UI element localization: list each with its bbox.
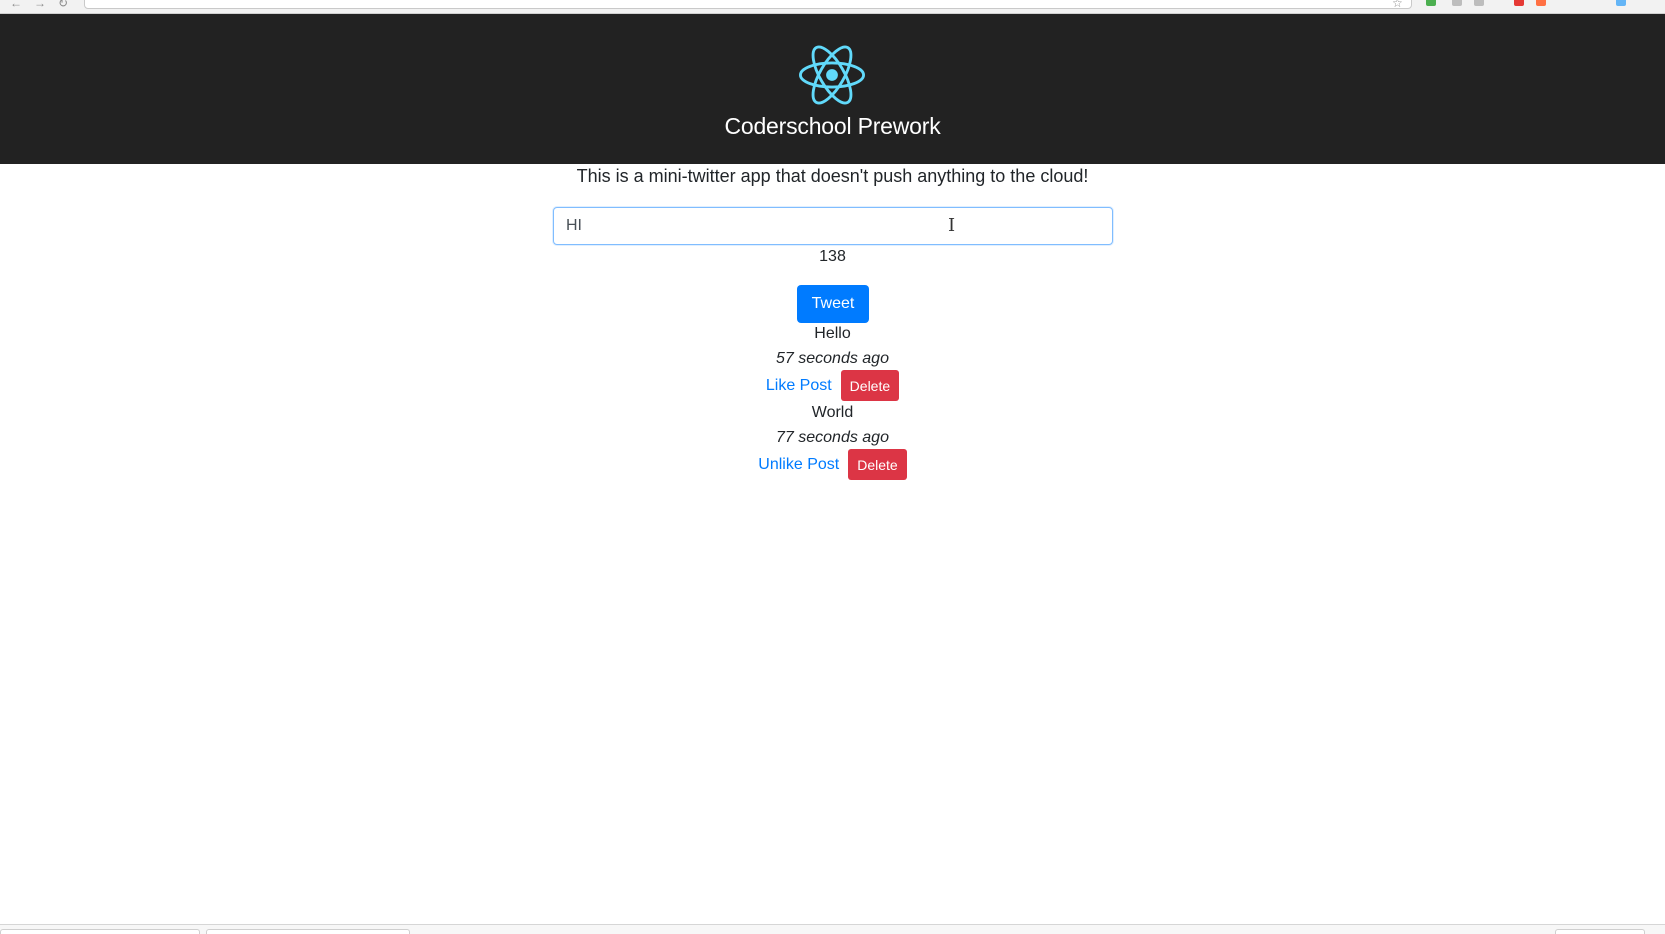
address-bar[interactable] (84, 0, 1412, 9)
bookmark-star-icon[interactable]: ☆ (1392, 0, 1403, 10)
forward-icon[interactable]: → (34, 0, 46, 10)
app-title: Coderschool Prework (724, 113, 941, 139)
extension-icon[interactable] (1426, 0, 1436, 6)
post-timestamp: 77 seconds ago (776, 429, 889, 446)
show-all-button[interactable] (1555, 929, 1645, 934)
browser-toolbar: ← → ↻ ☆ (0, 0, 1665, 14)
back-icon[interactable]: ← (10, 0, 22, 10)
extension-icon[interactable] (1616, 0, 1626, 6)
post-text: World (811, 404, 854, 421)
text-cursor-icon: I (948, 215, 956, 236)
post-text: Hello (814, 325, 851, 342)
app-header: Coderschool Prework (0, 14, 1665, 164)
downloads-bar (0, 924, 1665, 934)
extension-icon[interactable] (1452, 0, 1462, 6)
unlike-post-link[interactable]: Unlike Post (758, 456, 839, 474)
post-actions: Like Post Delete (0, 370, 1665, 401)
extension-icon[interactable] (1514, 0, 1524, 6)
like-post-link[interactable]: Like Post (766, 377, 832, 395)
delete-button[interactable]: Delete (840, 370, 900, 401)
extension-icon[interactable] (1474, 0, 1484, 6)
post-timestamp: 57 seconds ago (776, 350, 889, 367)
delete-button[interactable]: Delete (848, 449, 907, 480)
download-item[interactable] (0, 929, 200, 934)
reload-icon[interactable]: ↻ (58, 0, 68, 10)
react-atom-icon (799, 45, 865, 105)
extension-icon[interactable] (1536, 0, 1546, 6)
tweet-input[interactable] (553, 207, 1113, 245)
post-actions: Unlike Post Delete (0, 449, 1665, 480)
char-count: 138 (819, 248, 846, 265)
intro-text: This is a mini-twitter app that doesn't … (576, 166, 1089, 186)
tweet-button[interactable]: Tweet (797, 285, 869, 323)
download-item[interactable] (206, 929, 410, 934)
